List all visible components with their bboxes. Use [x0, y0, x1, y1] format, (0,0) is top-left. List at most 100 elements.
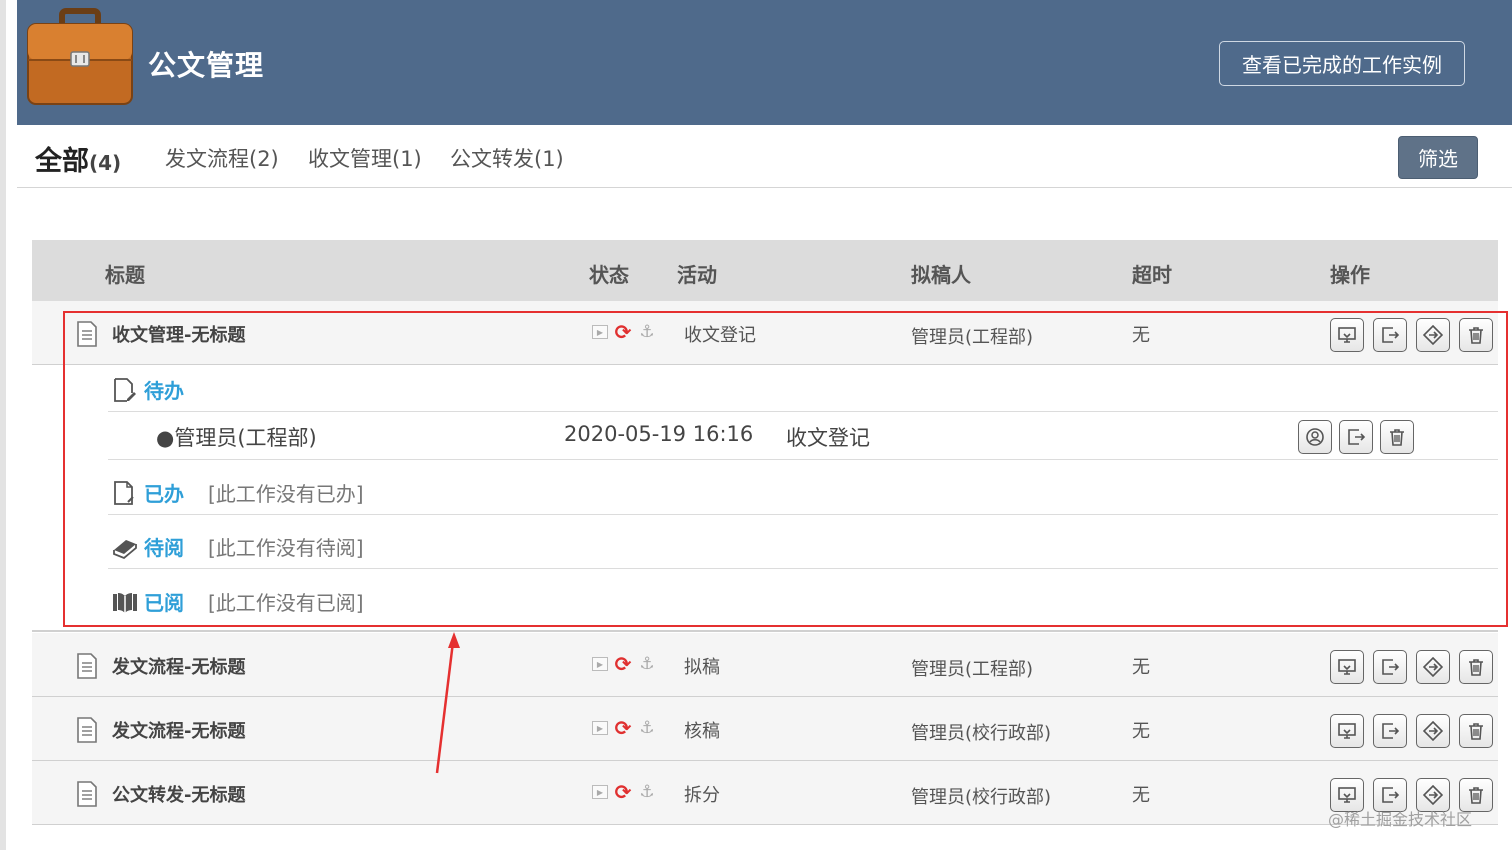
- read-empty-text: [此工作没有已阅]: [208, 591, 364, 615]
- detail-bottom-divider: [32, 626, 1498, 632]
- reassign-button[interactable]: [1298, 420, 1332, 454]
- row-overtime: 无: [1132, 721, 1150, 742]
- app-title: 公文管理: [148, 49, 265, 82]
- trash-icon: [1469, 327, 1483, 344]
- monitor-icon: [1338, 723, 1356, 739]
- row-drafter: 管理员(校行政部): [911, 787, 1052, 808]
- row-overtime: 无: [1132, 657, 1150, 678]
- monitor-icon: [1338, 787, 1356, 803]
- column-header-activity: 活动: [677, 263, 717, 287]
- reroute-button[interactable]: [1416, 318, 1450, 352]
- filter-button[interactable]: 筛选: [1398, 136, 1478, 179]
- anchor-icon: ⚓: [639, 718, 655, 738]
- todo-item-person: ●管理员(工程部): [156, 426, 317, 450]
- refresh-icon: ⟳: [614, 780, 632, 804]
- row-actions: [1330, 714, 1493, 748]
- row-overtime: 无: [1132, 325, 1150, 346]
- anchor-icon: ⚓: [639, 782, 655, 802]
- anchor-icon: ⚓: [639, 654, 655, 674]
- reroute-button[interactable]: [1416, 714, 1450, 748]
- document-icon: [77, 653, 97, 679]
- trash-icon: [1469, 723, 1483, 740]
- row-drafter: 管理员(校行政部): [911, 723, 1052, 744]
- row-activity: 拆分: [684, 785, 720, 806]
- column-header-title: 标题: [105, 263, 145, 287]
- process-button[interactable]: [1330, 714, 1364, 748]
- todo-person: 管理员(工程部): [174, 426, 317, 450]
- row-title[interactable]: 发文流程-无标题: [112, 653, 245, 679]
- exit-button[interactable]: [1373, 714, 1407, 748]
- process-button[interactable]: [1330, 650, 1364, 684]
- diamond-arrow-icon: [1423, 325, 1443, 345]
- tab-dispatch-flow[interactable]: 发文流程(2): [165, 143, 279, 173]
- edit-document-icon: [114, 377, 136, 402]
- todo-section: 待办: [112, 375, 184, 404]
- refresh-icon: ⟳: [614, 716, 632, 740]
- row-activity: 核稿: [684, 721, 720, 742]
- done-label[interactable]: 已办: [144, 478, 184, 507]
- done-section: 已办 [此工作没有已办]: [112, 478, 364, 507]
- view-completed-instances-button[interactable]: 查看已完成的工作实例: [1219, 41, 1465, 86]
- row-title[interactable]: 发文流程-无标题: [112, 717, 245, 743]
- tab-all[interactable]: 全部(4): [35, 139, 121, 178]
- tab-all-label: 全部: [35, 146, 89, 177]
- monitor-icon: [1338, 659, 1356, 675]
- exit-button[interactable]: [1373, 318, 1407, 352]
- exit-icon: [1382, 723, 1400, 739]
- table-row[interactable]: 收文管理-无标题 ▶ ⟳ ⚓ 收文登记 管理员(工程部) 无: [32, 301, 1498, 365]
- table-header: 标题 状态 活动 拟稿人 超时 操作: [32, 240, 1498, 301]
- todo-label[interactable]: 待办: [144, 375, 184, 404]
- exit-button[interactable]: [1373, 650, 1407, 684]
- todo-item-time: 2020-05-19 16:16: [564, 422, 754, 446]
- exit-icon: [1382, 327, 1400, 343]
- document-icon: [77, 321, 97, 347]
- document-icon: [77, 717, 97, 743]
- delete-button[interactable]: [1459, 650, 1493, 684]
- play-icon: ▶: [592, 657, 608, 671]
- delete-button[interactable]: [1459, 318, 1493, 352]
- row-title[interactable]: 公文转发-无标题: [112, 781, 245, 807]
- row-activity: 收文登记: [684, 325, 756, 346]
- read-label[interactable]: 已阅: [144, 587, 184, 616]
- table-row[interactable]: 发文流程-无标题 ▶ ⟳ ⚓ 拟稿 管理员(工程部) 无: [32, 633, 1498, 697]
- delete-button[interactable]: [1380, 420, 1414, 454]
- row-overtime: 无: [1132, 785, 1150, 806]
- divider: [108, 514, 1498, 515]
- play-icon: ▶: [592, 721, 608, 735]
- column-header-actions: 操作: [1330, 263, 1370, 287]
- row-status-icons: ▶ ⟳ ⚓: [592, 780, 656, 804]
- row-drafter: 管理员(工程部): [911, 659, 1034, 680]
- trash-icon: [1469, 787, 1483, 804]
- user-circle-icon: [1306, 428, 1324, 446]
- to-read-label[interactable]: 待阅: [144, 532, 184, 561]
- reroute-button[interactable]: [1416, 650, 1450, 684]
- process-button[interactable]: [1330, 318, 1364, 352]
- briefcase-icon: [27, 8, 133, 105]
- row-status-icons: ▶ ⟳ ⚓: [592, 716, 656, 740]
- divider: [108, 411, 1498, 412]
- row-drafter: 管理员(工程部): [911, 327, 1034, 348]
- read-section: 已阅 [此工作没有已阅]: [112, 587, 364, 616]
- row-title[interactable]: 收文管理-无标题: [112, 321, 245, 347]
- tab-document-forward[interactable]: 公文转发(1): [450, 143, 564, 173]
- table-row[interactable]: 发文流程-无标题 ▶ ⟳ ⚓ 核稿 管理员(校行政部) 无: [32, 697, 1498, 761]
- monitor-icon: [1338, 327, 1356, 343]
- divider: [108, 459, 1498, 460]
- left-edge-strip: [0, 0, 6, 850]
- row-activity: 拟稿: [684, 657, 720, 678]
- todo-item-activity: 收文登记: [786, 426, 870, 450]
- diamond-arrow-icon: [1423, 657, 1443, 677]
- delete-button[interactable]: [1459, 714, 1493, 748]
- exit-icon: [1348, 429, 1366, 445]
- closed-book-icon: [113, 539, 137, 559]
- play-icon: ▶: [592, 785, 608, 799]
- tab-receipt-management[interactable]: 收文管理(1): [308, 143, 422, 173]
- open-book-icon: [113, 592, 137, 613]
- exit-button[interactable]: [1339, 420, 1373, 454]
- row-actions: [1330, 318, 1493, 352]
- row-status-icons: ▶ ⟳ ⚓: [592, 652, 656, 676]
- trash-icon: [1390, 429, 1404, 446]
- category-tabbar: 全部(4) 发文流程(2) 收文管理(1) 公文转发(1) 筛选: [17, 125, 1512, 188]
- document-icon: [77, 781, 97, 807]
- table-row[interactable]: 公文转发-无标题 ▶ ⟳ ⚓ 拆分 管理员(校行政部) 无: [32, 761, 1498, 825]
